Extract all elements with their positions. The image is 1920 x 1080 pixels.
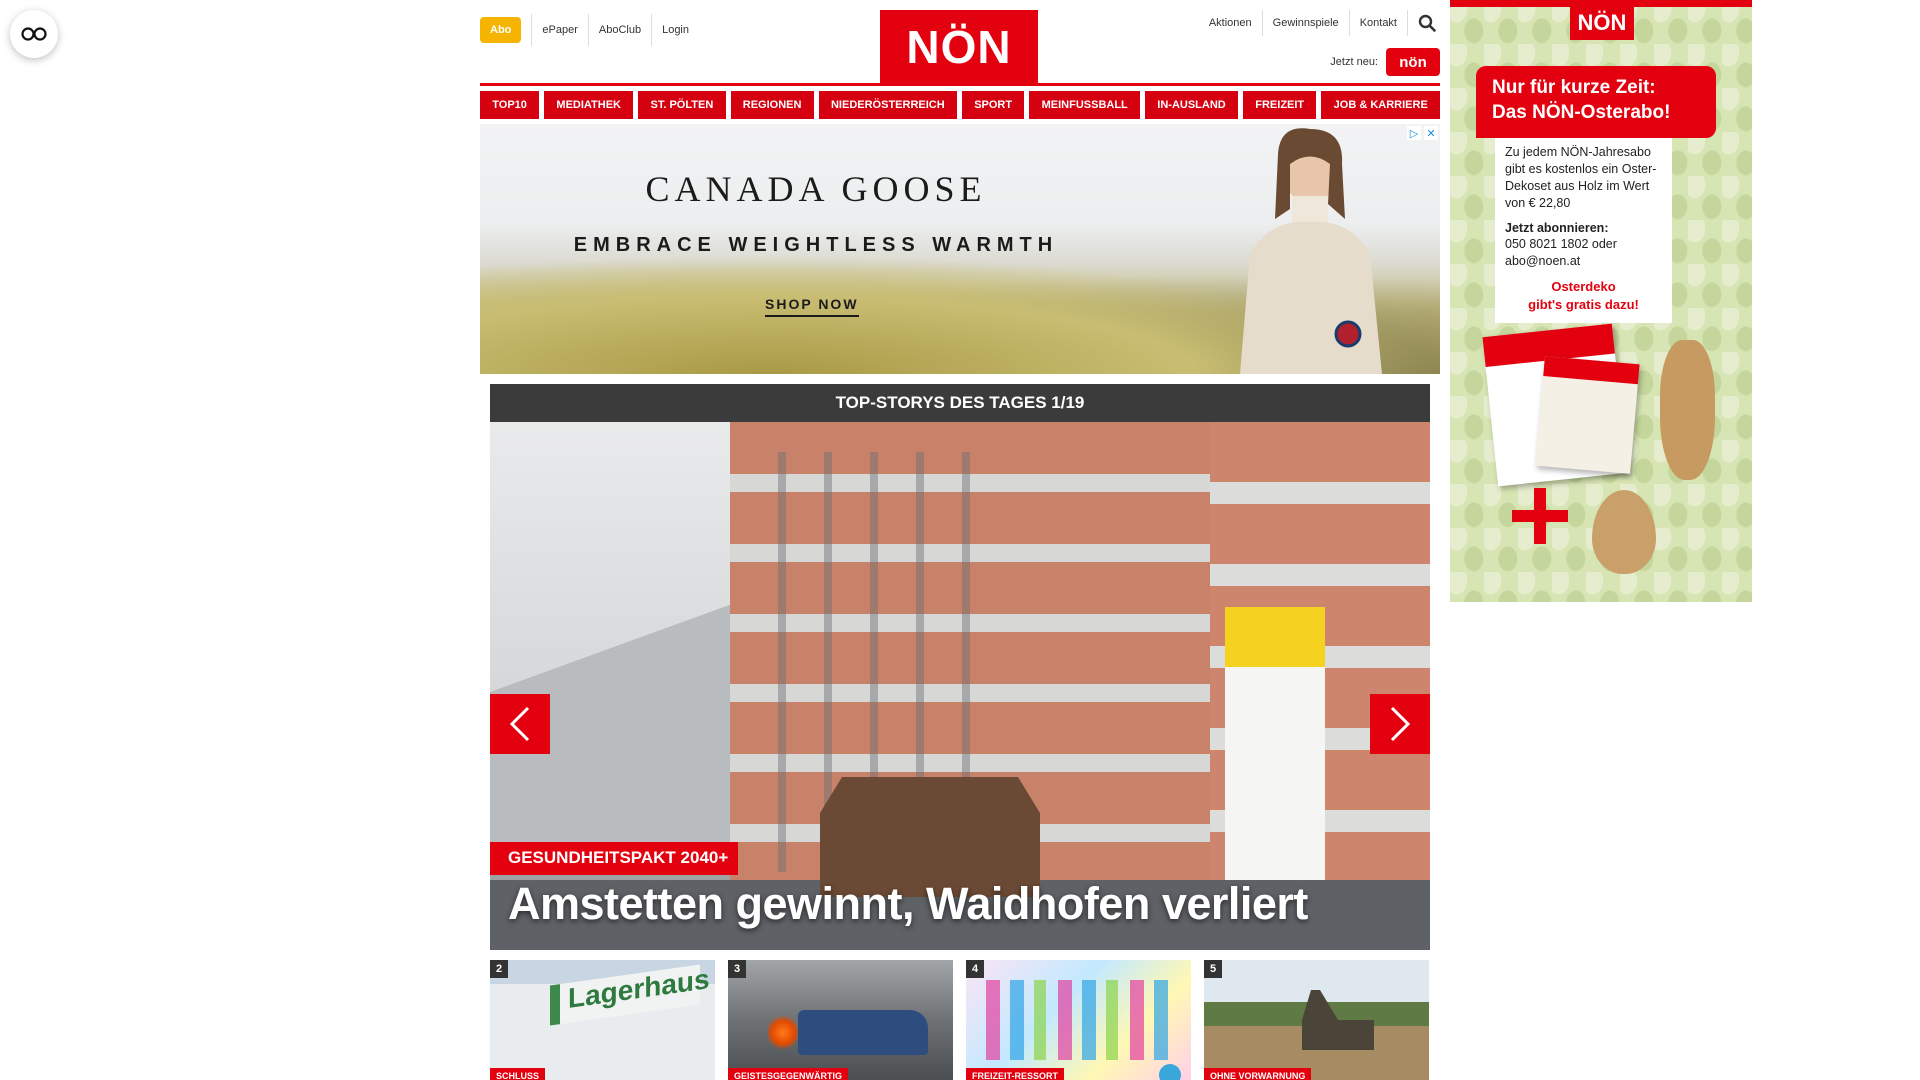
nav-item-freizeit[interactable]: FREIZEIT [1243, 91, 1317, 119]
story-number: 3 [728, 960, 746, 978]
photo-lagerhaus-sign: Lagerhaus [550, 963, 710, 1026]
kleine-noen-logo[interactable]: nön [1386, 48, 1440, 76]
top-links: Abo ePaper AboClub Login [480, 14, 699, 46]
photo-silhouettes [986, 980, 1176, 1060]
abo-button[interactable]: Abo [480, 17, 522, 43]
side-ad-contact: 050 8021 1802 oder abo@noen.at [1505, 237, 1617, 269]
nav-item-regionen[interactable]: REGIONEN [730, 91, 814, 119]
story-thumb-4[interactable]: 4 FREIZEIT-RESSORT [966, 960, 1191, 1080]
ad-info-icon[interactable]: ▷ [1407, 126, 1421, 140]
story-tag: SCHLUSS [490, 1068, 546, 1080]
story-number: 2 [490, 960, 508, 978]
nav-item-job-karriere[interactable]: JOB & KARRIERE [1321, 91, 1441, 119]
prev-story-button[interactable] [490, 694, 550, 754]
nav-item-sport[interactable]: SPORT [961, 91, 1025, 119]
nav-item-top10[interactable]: TOP10 [480, 91, 540, 119]
aktionen-link[interactable]: Aktionen [1199, 10, 1263, 36]
chevron-right-icon [1390, 706, 1411, 742]
side-ad-promo-2: gibt's gratis dazu! [1528, 296, 1639, 312]
glasses-icon [21, 27, 47, 41]
reader-mode-button[interactable] [10, 10, 58, 58]
story-thumb-2[interactable]: Lagerhaus 2 SCHLUSS [490, 960, 715, 1080]
side-ad-osterabo[interactable]: NÖN Nur für kurze Zeit: Das NÖN-Osterabo… [1450, 0, 1752, 602]
story-thumb-5[interactable]: 5 OHNE VORWARNUNG [1204, 960, 1429, 1080]
header-divider [480, 83, 1440, 86]
story-number: 5 [1204, 960, 1222, 978]
ad-choices[interactable]: ▷ ✕ [1407, 126, 1438, 140]
side-ad-body: Zu jedem NÖN-Jahresabo gibt es kostenlos… [1505, 145, 1657, 210]
side-ad-promo-1: Osterdeko [1551, 279, 1616, 295]
hero-story-tag[interactable]: GESUNDHEITSPAKT 2040+ [490, 842, 739, 875]
photo-truck [798, 1010, 928, 1055]
side-ad-logo: NÖN [1570, 6, 1634, 40]
jetzt-neu-label: Jetzt neu: [1330, 56, 1378, 68]
ad-close-icon[interactable]: ✕ [1424, 126, 1438, 140]
side-ad-credit [1738, 10, 1748, 130]
side-ad-headline-2: Das NÖN-Osterabo! [1492, 101, 1671, 123]
side-ad-subscribe-label: Jetzt abonnieren: [1505, 220, 1609, 235]
side-ad-headline: Nur für kurze Zeit: Das NÖN-Osterabo! [1476, 66, 1716, 138]
nav-item-niederoesterreich[interactable]: NIEDERÖSTERREICH [818, 91, 957, 119]
nav-item-in-ausland[interactable]: IN-AUSLAND [1145, 91, 1239, 119]
gallery-icon [1159, 1064, 1181, 1080]
story-tag: OHNE VORWARNUNG [1204, 1068, 1312, 1080]
site-header: Abo ePaper AboClub Login NÖN Aktionen Ge… [480, 0, 1440, 88]
ad-banner[interactable]: CANADA GOOSE EMBRACE WEIGHTLESS WARMTH S… [480, 124, 1440, 374]
magazine-image [1535, 356, 1640, 474]
side-ad-headline-1: Nur für kurze Zeit: [1492, 77, 1656, 98]
top-stories-header: TOP-STORYS DES TAGES 1/19 [490, 384, 1430, 422]
story-thumb-3[interactable]: 3 GEISTESGEGENWÄRTIG [728, 960, 953, 1080]
jetzt-neu: Jetzt neu: nön [1330, 48, 1440, 76]
next-story-button[interactable] [1370, 694, 1430, 754]
main-nav: TOP10 MEDIATHEK ST. PÖLTEN REGIONEN NIED… [480, 91, 1441, 119]
photo-excavator [1302, 990, 1374, 1050]
side-ad-card: Zu jedem NÖN-Jahresabo gibt es kostenlos… [1495, 138, 1672, 323]
aboclub-link[interactable]: AboClub [587, 14, 651, 46]
gewinnspiele-link[interactable]: Gewinnspiele [1263, 10, 1350, 36]
side-ad-promo: Osterdeko gibt's gratis dazu! [1505, 278, 1662, 313]
nav-item-meinfussball[interactable]: MEINFUSSBALL [1029, 91, 1141, 119]
photo-fire [768, 1015, 798, 1050]
hero-story[interactable]: GESUNDHEITSPAKT 2040+ Amstetten gewinnt,… [490, 422, 1430, 950]
hero-story-title[interactable]: Amstetten gewinnt, Waidhofen verliert [508, 878, 1308, 930]
nav-item-st-poelten[interactable]: ST. PÖLTEN [638, 91, 726, 119]
ad-tagline: EMBRACE WEIGHTLESS WARMTH [573, 234, 1059, 256]
search-icon[interactable] [1414, 10, 1440, 36]
story-tag: GEISTESGEGENWÄRTIG [728, 1068, 849, 1080]
epaper-link[interactable]: ePaper [531, 14, 587, 46]
chevron-left-icon [509, 706, 530, 742]
kontakt-link[interactable]: Kontakt [1350, 10, 1408, 36]
story-thumbnails: Lagerhaus 2 SCHLUSS 3 GEISTESGEGENWÄRTIG… [490, 960, 1430, 1080]
nav-item-mediathek[interactable]: MEDIATHEK [544, 91, 634, 119]
story-tag: FREIZEIT-RESSORT [966, 1068, 1065, 1080]
right-links: Aktionen Gewinnspiele Kontakt [1199, 10, 1440, 36]
noen-logo[interactable]: NÖN [880, 10, 1038, 84]
ad-model-image [1240, 128, 1382, 374]
plus-icon [1512, 488, 1568, 544]
ad-shop-now-link[interactable]: SHOP NOW [765, 296, 859, 317]
login-link[interactable]: Login [651, 14, 699, 46]
story-number: 4 [966, 960, 984, 978]
ad-brand: CANADA GOOSE [645, 169, 987, 209]
wooden-bunny-image [1660, 340, 1715, 480]
